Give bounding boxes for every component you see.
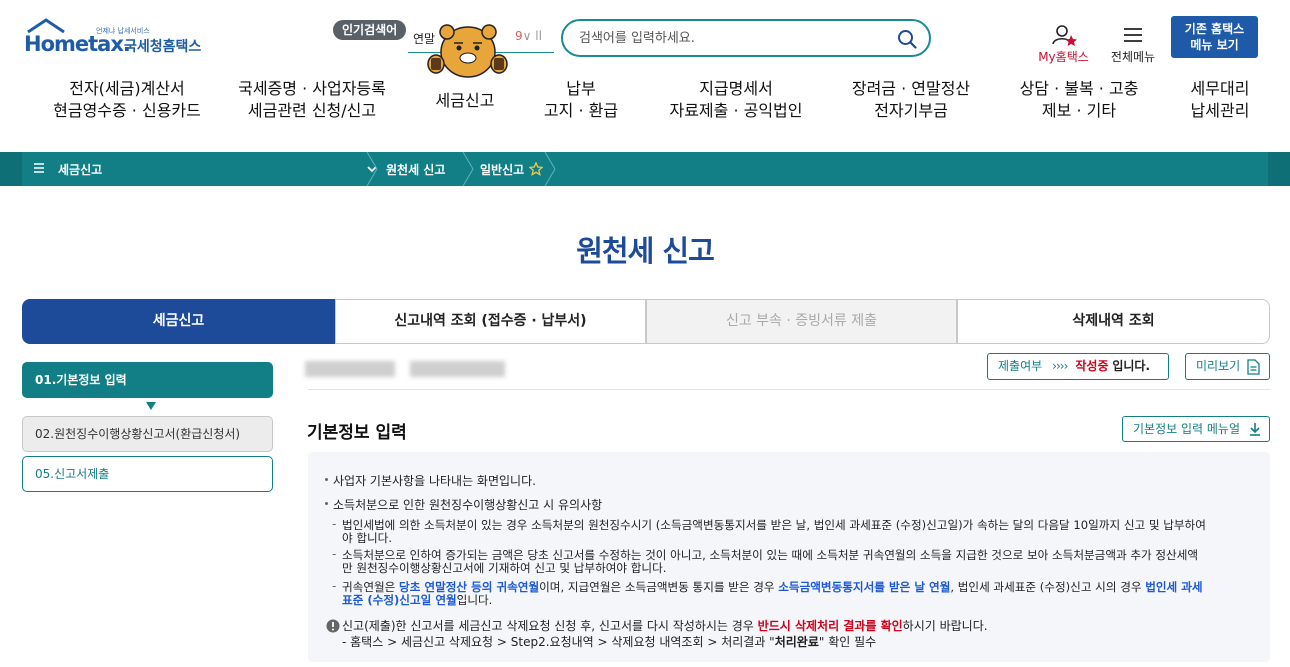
step-basic-info[interactable]: 01.기본정보 입력 (22, 362, 273, 398)
my-hometax-button[interactable]: My홈택스 (1036, 24, 1091, 64)
popular-search-badge: 인기검색어 (333, 20, 407, 40)
breadcrumb-menu-select[interactable]: 세금신고 (22, 152, 377, 186)
gnb-item-year-end[interactable]: 장려금 · 연말정산 전자기부금 (840, 78, 982, 122)
gnb-item-payment[interactable]: 납부 고지 · 환급 (528, 78, 634, 122)
status-arrow: ›››› (1052, 359, 1068, 373)
logo-wordmark: Hometax. (24, 32, 131, 56)
preview-label: 미리보기 (1196, 359, 1241, 373)
bullet (325, 478, 328, 481)
gnb-item-tax-report[interactable]: 세금신고 (420, 90, 510, 112)
section-title: 기본정보 입력 (307, 423, 407, 443)
search-icon[interactable] (897, 29, 917, 49)
user-icon (1052, 25, 1077, 46)
preview-button[interactable]: 미리보기 (1185, 353, 1270, 380)
notice-warning-line2: - 홈택스 > 세금신고 삭제요청 > Step2.요청내역 > 삭제요청 내역… (342, 635, 877, 649)
gnb-item-invoice[interactable]: 전자(세금)계산서 현금영수증 · 신용카드 (42, 78, 212, 122)
document-icon (1247, 359, 1260, 375)
tab-tax-report[interactable]: 세금신고 (22, 299, 335, 344)
notice-dash-1-line2: 야 합니다. (342, 531, 393, 545)
gnb-item-tax-agent[interactable]: 세무대리 납세관리 (1175, 78, 1265, 122)
site-header: 언제냐 납세서비스 Hometax. 국세청홈택스 인기검색어 연말 9∨ ll… (0, 0, 1290, 150)
step-withholding-statement[interactable]: 02.원천징수이행상황신고서(환급신청서) (22, 416, 273, 452)
step-arrow-down-icon (146, 402, 156, 410)
notice-bullet-1: 사업자 기본사항을 나타내는 화면입니다. (333, 474, 536, 488)
bullet (325, 502, 328, 505)
breadcrumb: 세금신고 원천세 신고 일반신고 (0, 152, 1290, 186)
status-value: 작성중 (1075, 359, 1109, 373)
notice-bullet-2: 소득처분으로 인한 원천징수이행상황신고 시 유의사항 (333, 498, 603, 512)
notice-dash-3-line2: 표준 (수정)신고일 연월입니다. (342, 593, 493, 607)
gnb-item-certificate[interactable]: 국세증명 · 사업자등록 세금관련 신청/신고 (228, 78, 396, 122)
breadcrumb-level2[interactable]: 원천세 신고 (386, 161, 445, 178)
tab-bar: 세금신고 신고내역 조회 (접수증 · 납부서) 신고 부속 · 증빙서류 제출… (22, 299, 1270, 344)
tab-deleted-history[interactable]: 삭제내역 조회 (957, 299, 1270, 344)
page-title: 원천세 신고 (576, 234, 715, 268)
mascot-character-icon (427, 24, 508, 78)
status-label: 제출여부 (998, 359, 1043, 373)
breadcrumb-level3[interactable]: 일반신고 (480, 161, 524, 178)
breadcrumb-menu-label: 세금신고 (58, 163, 103, 177)
warning-icon (326, 619, 340, 633)
tab-report-history[interactable]: 신고내역 조회 (접수증 · 납부서) (335, 299, 646, 344)
manual-download-button[interactable]: 기본정보 입력 메뉴얼 (1122, 416, 1270, 442)
hamburger-menu-icon (1124, 28, 1142, 42)
favorite-star-icon[interactable] (529, 162, 543, 176)
search-box[interactable] (561, 19, 931, 57)
tab-attachment-submit: 신고 부속 · 증빙서류 제출 (646, 299, 957, 344)
hometax-logo[interactable]: 언제냐 납세서비스 Hometax. 국세청홈택스 (24, 18, 214, 62)
gnb-item-payment-statement[interactable]: 지급명세서 자료제출 · 공익법인 (660, 78, 812, 122)
breadcrumb-separator-icon (544, 152, 556, 186)
all-menu-label: 전체메뉴 (1110, 50, 1156, 64)
download-icon (1250, 423, 1260, 436)
global-navigation: 전자(세금)계산서 현금영수증 · 신용카드 국세증명 · 사업자등록 세금관련 신… (0, 78, 1290, 128)
breadcrumb-separator-icon (462, 152, 474, 186)
notice-warning-line1: 신고(제출)한 신고서를 세금신고 삭제요청 신청 후, 신고서를 다시 작성하… (342, 619, 988, 633)
notice-dash-1-line1: 법인세법에 의한 소득처분이 있는 경우 소득처분의 원천징수시기 (소득금액변… (342, 518, 1206, 532)
search-input[interactable] (579, 29, 879, 47)
blurred-taxpayer-info (305, 361, 505, 377)
legacy-menu-line1: 기존 홈택스 (1184, 22, 1245, 36)
logo-korean-name: 국세청홈택스 (124, 39, 202, 55)
submission-status-box: 제출여부 ›››› 작성중 입니다. (987, 353, 1169, 380)
notice-dash-2-line2: 만 원천징수이행상황신고서에 기재하여 신고 및 납부하여야 합니다. (342, 561, 667, 575)
popular-search-controls[interactable]: 9∨ ll (515, 29, 542, 43)
breadcrumb-separator-icon (366, 152, 378, 186)
my-hometax-label: My홈택스 (1038, 50, 1089, 64)
all-menu-button[interactable]: 전체메뉴 (1107, 24, 1159, 64)
content-divider (308, 389, 1270, 390)
status-tail: 입니다. (1112, 359, 1151, 373)
gnb-item-consult[interactable]: 상담 · 불복 · 고충 제보 · 기타 (1008, 78, 1150, 122)
step-submit[interactable]: 05.신고서제출 (22, 456, 273, 492)
legacy-menu-button[interactable]: 기존 홈택스 메뉴 보기 (1171, 16, 1258, 58)
menu-list-icon (34, 163, 44, 173)
legacy-menu-line2: 메뉴 보기 (1190, 38, 1239, 52)
manual-label: 기본정보 입력 메뉴얼 (1133, 422, 1240, 436)
